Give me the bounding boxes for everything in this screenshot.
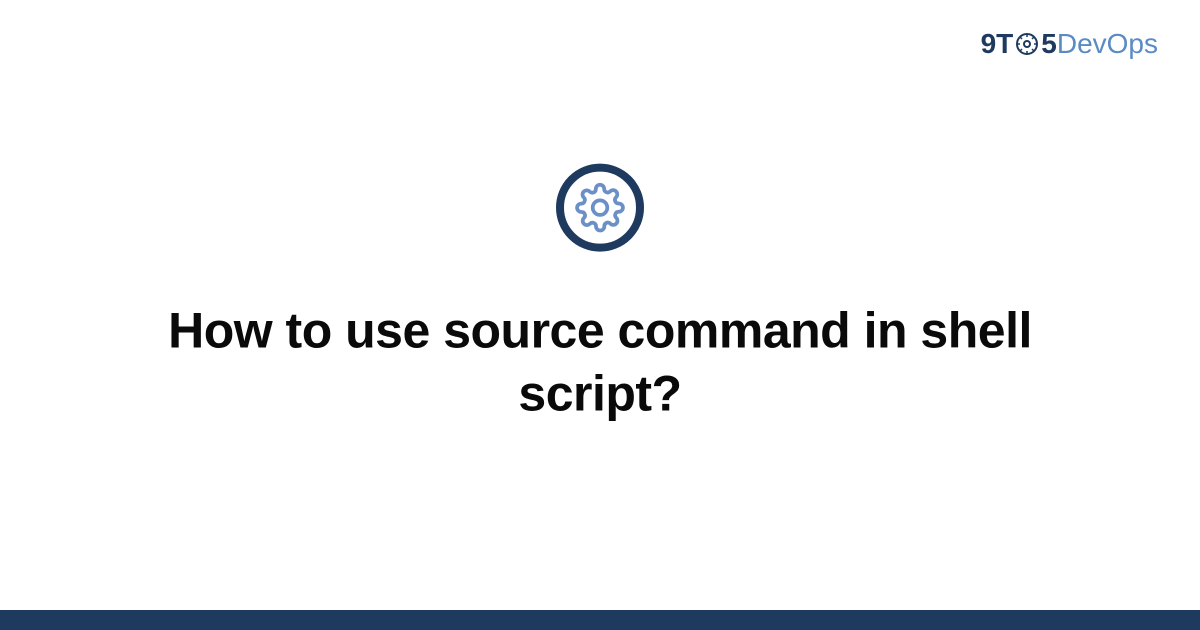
main-content: How to use source command in shell scrip… [0,164,1200,425]
logo-text-9t: 9T [981,28,1014,60]
footer-bar [0,610,1200,630]
logo-gear-icon [1015,32,1039,56]
logo-text-5: 5 [1041,28,1057,60]
logo-text-devops: DevOps [1057,28,1158,60]
gear-icon-circle [556,164,644,252]
gear-icon [575,183,625,233]
site-logo: 9T 5 DevOps [981,28,1158,60]
page-title: How to use source command in shell scrip… [150,300,1050,425]
